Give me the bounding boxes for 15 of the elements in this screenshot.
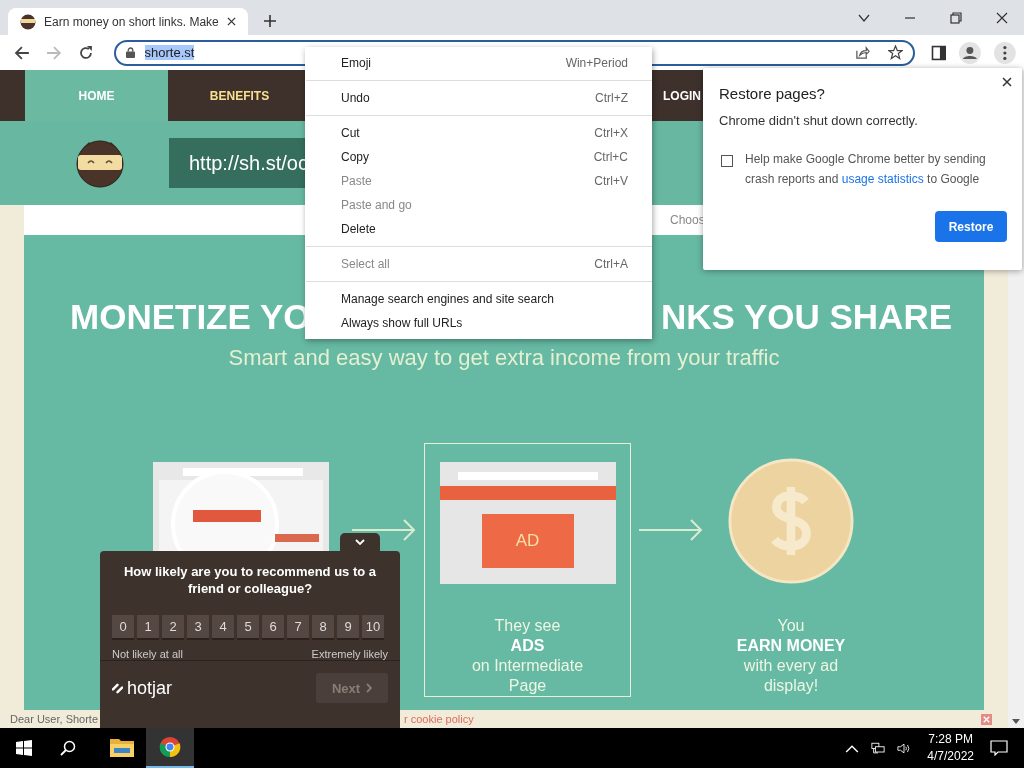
survey-question: How likely are you to recommend us to a friend or colleague? xyxy=(122,563,378,597)
scale-label: Extremely likely xyxy=(311,648,388,660)
step-caption: You EARN MONEY with every ad display! xyxy=(735,616,847,696)
headline: NKS YOU SHARE xyxy=(660,297,952,337)
dialog-title: Restore pages? xyxy=(719,85,826,102)
brand-name: hotjar xyxy=(127,677,173,699)
subtitle: Smart and easy way to get extra income from your traffic xyxy=(227,345,781,371)
checkbox-label: Help make Google Chrome better by sending crash reports and usage statistics to Google xyxy=(745,151,987,188)
cookie-notice: Dear User, Shorte xyxy=(10,713,100,725)
tab-title: Earn money on short links. Make xyxy=(44,14,219,29)
url-text: shorte.st xyxy=(144,45,195,60)
dialog-message: Chrome didn't shut down correctly. xyxy=(719,113,919,128)
ad-label: AD xyxy=(515,531,540,551)
step-caption: They see ADS on Intermediate Page xyxy=(470,616,585,696)
scale-label: Not likely at all xyxy=(112,648,183,660)
